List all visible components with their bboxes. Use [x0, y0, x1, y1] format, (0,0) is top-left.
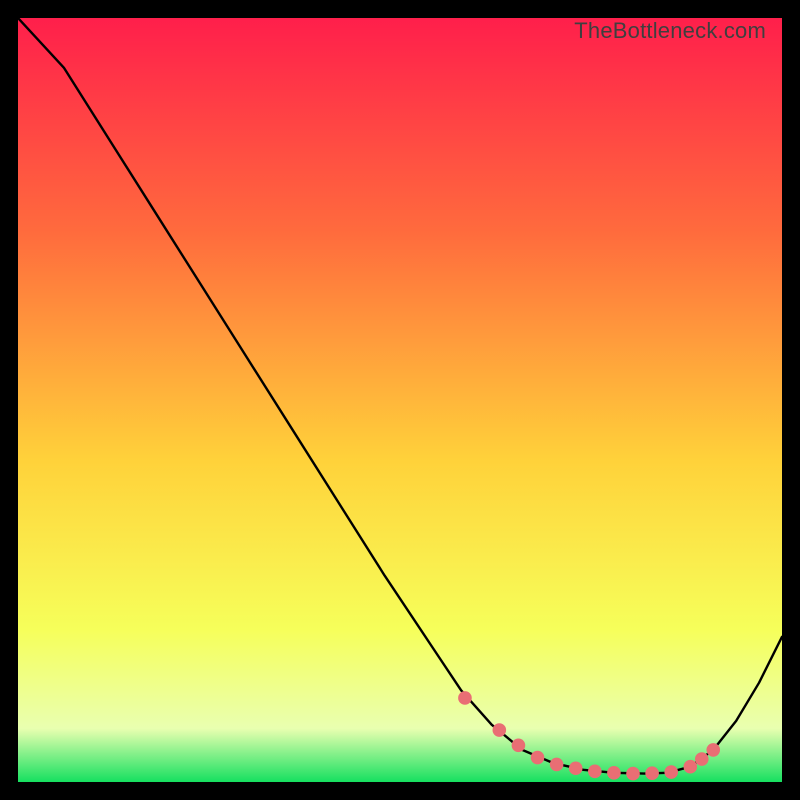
highlight-marker — [550, 758, 564, 772]
chart-frame: TheBottleneck.com — [18, 18, 782, 782]
chart-background — [18, 18, 782, 782]
highlight-marker — [512, 739, 526, 753]
highlight-marker — [626, 767, 640, 781]
highlight-marker — [588, 765, 602, 779]
highlight-marker — [645, 766, 659, 780]
highlight-marker — [664, 765, 678, 779]
highlight-marker — [531, 751, 545, 765]
highlight-marker — [706, 743, 720, 757]
highlight-marker — [607, 766, 621, 780]
chart-plot — [18, 18, 782, 782]
highlight-marker — [695, 752, 709, 766]
highlight-marker — [458, 691, 472, 705]
highlight-marker — [493, 723, 507, 737]
highlight-marker — [569, 761, 583, 775]
highlight-marker — [684, 760, 698, 774]
